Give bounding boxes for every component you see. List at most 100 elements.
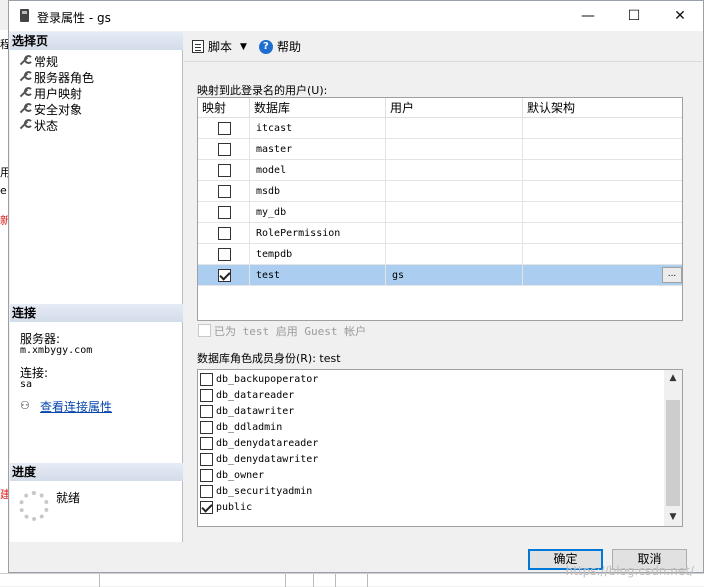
table-row-selected[interactable]: test gs ... — [198, 265, 682, 286]
column-header-default-schema[interactable]: 默认架构 — [523, 98, 682, 118]
map-checkbox[interactable] — [218, 185, 231, 198]
wrench-icon — [18, 119, 33, 131]
map-checkbox[interactable] — [218, 206, 231, 219]
role-checkbox[interactable] — [200, 420, 213, 434]
schema-cell[interactable] — [523, 244, 682, 265]
map-checkbox[interactable] — [218, 269, 231, 282]
nav-item-securables[interactable]: 安全对象 — [18, 101, 82, 117]
select-page-header: 选择页 — [10, 32, 183, 50]
schema-cell[interactable] — [523, 160, 682, 181]
user-cell[interactable] — [386, 181, 523, 202]
list-item[interactable]: db_datawriter — [200, 403, 294, 419]
role-checkbox[interactable] — [200, 468, 213, 482]
scroll-up-icon[interactable]: ▲ — [664, 370, 682, 387]
role-membership-label: 数据库角色成员身份(R): test — [197, 352, 341, 365]
database-cell: RolePermission — [250, 223, 386, 244]
schema-cell[interactable] — [523, 223, 682, 244]
maximize-button[interactable]: ☐ — [611, 1, 657, 31]
wrench-icon — [18, 71, 33, 83]
list-item[interactable]: db_datareader — [200, 387, 294, 403]
connection-header: 连接 — [10, 304, 183, 322]
role-checkbox[interactable] — [200, 500, 213, 514]
list-item[interactable]: db_ddladmin — [200, 419, 282, 435]
user-cell[interactable] — [386, 244, 523, 265]
database-cell: model — [250, 160, 386, 181]
role-membership-list: db_backupoperator db_datareader db_dataw… — [197, 369, 683, 527]
close-button[interactable]: ✕ — [657, 1, 703, 31]
toolbar: 脚本 ▼ ? 帮助 — [184, 32, 702, 62]
view-connection-properties-link[interactable]: 查看连接属性 — [40, 398, 112, 415]
progress-spinner-icon — [19, 491, 49, 521]
role-checkbox[interactable] — [200, 372, 213, 386]
role-checkbox[interactable] — [200, 452, 213, 466]
role-checkbox[interactable] — [200, 484, 213, 498]
title-bar: 登录属性 - gs — ☐ ✕ — [9, 1, 703, 31]
user-cell[interactable] — [386, 118, 523, 139]
database-cell: tempdb — [250, 244, 386, 265]
nav-item-status[interactable]: 状态 — [18, 117, 58, 133]
chevron-down-icon[interactable]: ▼ — [240, 42, 247, 52]
scroll-thumb[interactable] — [666, 400, 680, 506]
map-checkbox[interactable] — [218, 143, 231, 156]
column-header-user[interactable]: 用户 — [386, 98, 523, 118]
nav-item-user-mapping[interactable]: 用户映射 — [18, 85, 82, 101]
help-button[interactable]: ? 帮助 — [258, 38, 301, 55]
list-item[interactable]: db_securityadmin — [200, 483, 312, 499]
schema-cell[interactable] — [523, 118, 682, 139]
user-cell[interactable] — [386, 160, 523, 181]
user-cell[interactable]: gs — [386, 265, 523, 286]
server-icon — [20, 9, 29, 22]
guest-account-label: 已为 test 启用 Guest 帐户 — [214, 325, 367, 338]
wrench-icon — [18, 87, 33, 99]
list-item[interactable]: db_backupoperator — [200, 371, 318, 387]
minimize-button[interactable]: — — [565, 1, 611, 31]
database-cell: test — [250, 265, 386, 286]
left-pane: 选择页 常规 服务器角色 用户映射 安全对象 状态 连接 服务器: m.xmby… — [10, 32, 183, 542]
nav-item-general[interactable]: 常规 — [18, 53, 58, 69]
list-item[interactable]: db_denydatareader — [200, 435, 318, 451]
map-checkbox[interactable] — [218, 164, 231, 177]
list-item[interactable]: db_denydatawriter — [200, 451, 318, 467]
table-row[interactable]: msdb — [198, 181, 682, 202]
column-header-map[interactable]: 映射 — [198, 98, 250, 118]
role-checkbox[interactable] — [200, 436, 213, 450]
database-cell: master — [250, 139, 386, 160]
table-row[interactable]: RolePermission — [198, 223, 682, 244]
table-row[interactable]: master — [198, 139, 682, 160]
table-row[interactable]: my_db — [198, 202, 682, 223]
grid-header: 映射 数据库 用户 默认架构 — [198, 98, 682, 118]
connection-value: sa — [20, 379, 33, 390]
watermark: https://blog.csdn.net/ — [565, 564, 694, 578]
column-header-database[interactable]: 数据库 — [250, 98, 386, 118]
browse-schema-button[interactable]: ... — [662, 267, 682, 283]
role-checkbox[interactable] — [200, 404, 213, 418]
list-item[interactable]: db_owner — [200, 467, 264, 483]
progress-status: 就绪 — [56, 491, 81, 505]
nav-item-server-roles[interactable]: 服务器角色 — [18, 69, 94, 85]
role-checkbox[interactable] — [200, 388, 213, 402]
map-checkbox[interactable] — [218, 227, 231, 240]
user-cell[interactable] — [386, 139, 523, 160]
table-row[interactable]: tempdb — [198, 244, 682, 265]
database-cell: msdb — [250, 181, 386, 202]
help-icon: ? — [258, 39, 273, 54]
scroll-down-icon[interactable]: ▼ — [664, 509, 682, 526]
user-cell[interactable] — [386, 223, 523, 244]
guest-account-checkbox[interactable] — [198, 324, 211, 337]
table-row[interactable]: model — [198, 160, 682, 181]
scrollbar[interactable]: ▲ ▼ — [664, 370, 682, 526]
map-checkbox[interactable] — [218, 248, 231, 261]
map-checkbox[interactable] — [218, 122, 231, 135]
user-mapping-grid: 映射 数据库 用户 默认架构 itcast master model msdb … — [197, 97, 683, 321]
schema-cell[interactable] — [523, 139, 682, 160]
list-item[interactable]: public — [200, 499, 252, 515]
table-row[interactable]: itcast — [198, 118, 682, 139]
script-button[interactable]: 脚本 ▼ — [192, 38, 253, 55]
database-cell: my_db — [250, 202, 386, 223]
database-cell: itcast — [250, 118, 386, 139]
user-cell[interactable] — [386, 202, 523, 223]
schema-cell[interactable]: ... — [523, 265, 682, 286]
schema-cell[interactable] — [523, 181, 682, 202]
window-title: 登录属性 - gs — [37, 11, 111, 25]
schema-cell[interactable] — [523, 202, 682, 223]
